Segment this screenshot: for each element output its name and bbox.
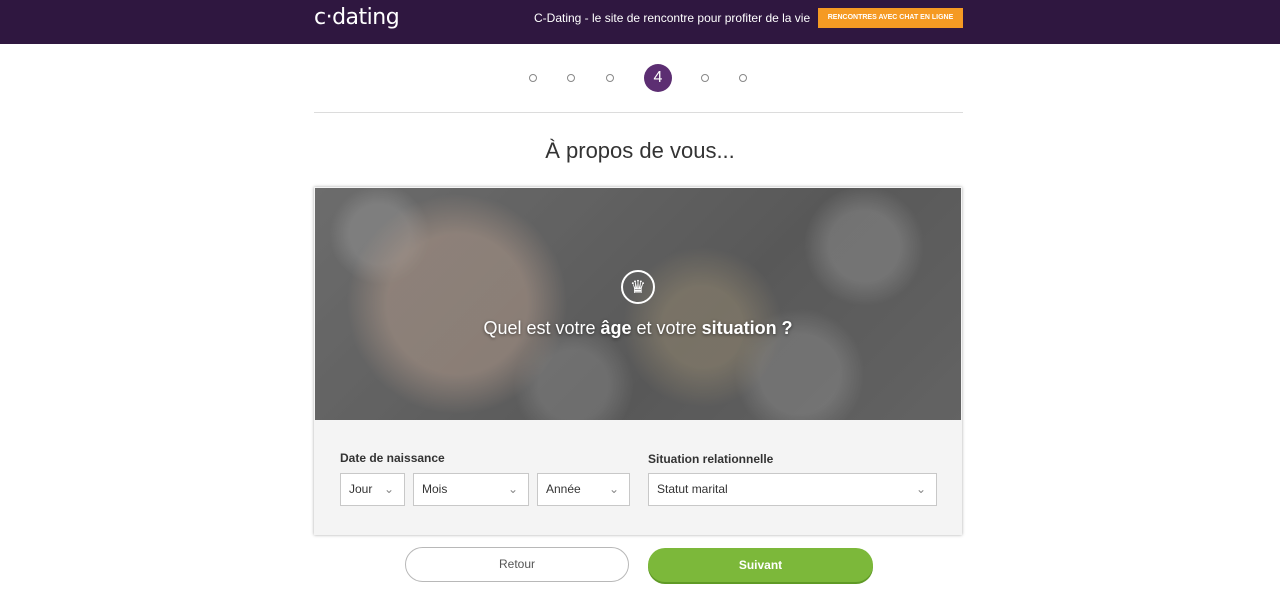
day-select-value: Jour xyxy=(349,482,373,496)
chevron-down-icon: ⌄ xyxy=(915,482,926,496)
hero-image: ♛ Quel est votre âge et votre situation … xyxy=(315,188,961,420)
year-select[interactable]: Année ⌄ xyxy=(537,473,630,506)
step-dot-6 xyxy=(739,74,747,82)
step-dot-5 xyxy=(701,74,709,82)
marital-status-value: Statut marital xyxy=(657,482,728,496)
back-button[interactable]: Retour xyxy=(405,547,629,582)
step-current: 4 xyxy=(644,64,672,92)
form-card: ♛ Quel est votre âge et votre situation … xyxy=(314,187,962,535)
marital-status-select[interactable]: Statut marital ⌄ xyxy=(648,473,937,506)
month-select-value: Mois xyxy=(422,482,448,496)
hero-question: Quel est votre âge et votre situation ? xyxy=(315,315,961,341)
month-select[interactable]: Mois ⌄ xyxy=(413,473,529,506)
chat-cta-button[interactable]: RENCONTRES AVEC CHAT EN LIGNE xyxy=(818,8,963,28)
hero-question-age: âge xyxy=(600,318,632,338)
divider xyxy=(314,112,963,113)
crown-icon: ♛ xyxy=(621,270,655,304)
next-button[interactable]: Suivant xyxy=(648,548,873,582)
birth-date-label: Date de naissance xyxy=(340,451,445,465)
year-select-value: Année xyxy=(546,482,581,496)
day-select[interactable]: Jour ⌄ xyxy=(340,473,405,506)
chevron-down-icon: ⌄ xyxy=(383,482,394,496)
logo[interactable]: c·dating xyxy=(314,3,400,33)
top-header: c·dating C-Dating - le site de rencontre… xyxy=(0,0,1280,44)
hero-question-situation: situation ? xyxy=(701,318,793,338)
page-title: À propos de vous... xyxy=(545,138,735,163)
hero-question-text-1: Quel est votre xyxy=(483,318,601,338)
hero-question-text-2: et votre xyxy=(631,318,702,338)
chevron-down-icon: ⌄ xyxy=(608,482,619,496)
step-dot-1 xyxy=(529,74,537,82)
hero-overlay xyxy=(315,188,961,420)
step-dot-3 xyxy=(606,74,614,82)
step-dot-2 xyxy=(567,74,575,82)
site-tagline: C-Dating - le site de rencontre pour pro… xyxy=(534,11,811,25)
progress-steps: 4 xyxy=(0,64,1280,92)
chevron-down-icon: ⌄ xyxy=(507,482,518,496)
relationship-label: Situation relationnelle xyxy=(648,452,774,466)
